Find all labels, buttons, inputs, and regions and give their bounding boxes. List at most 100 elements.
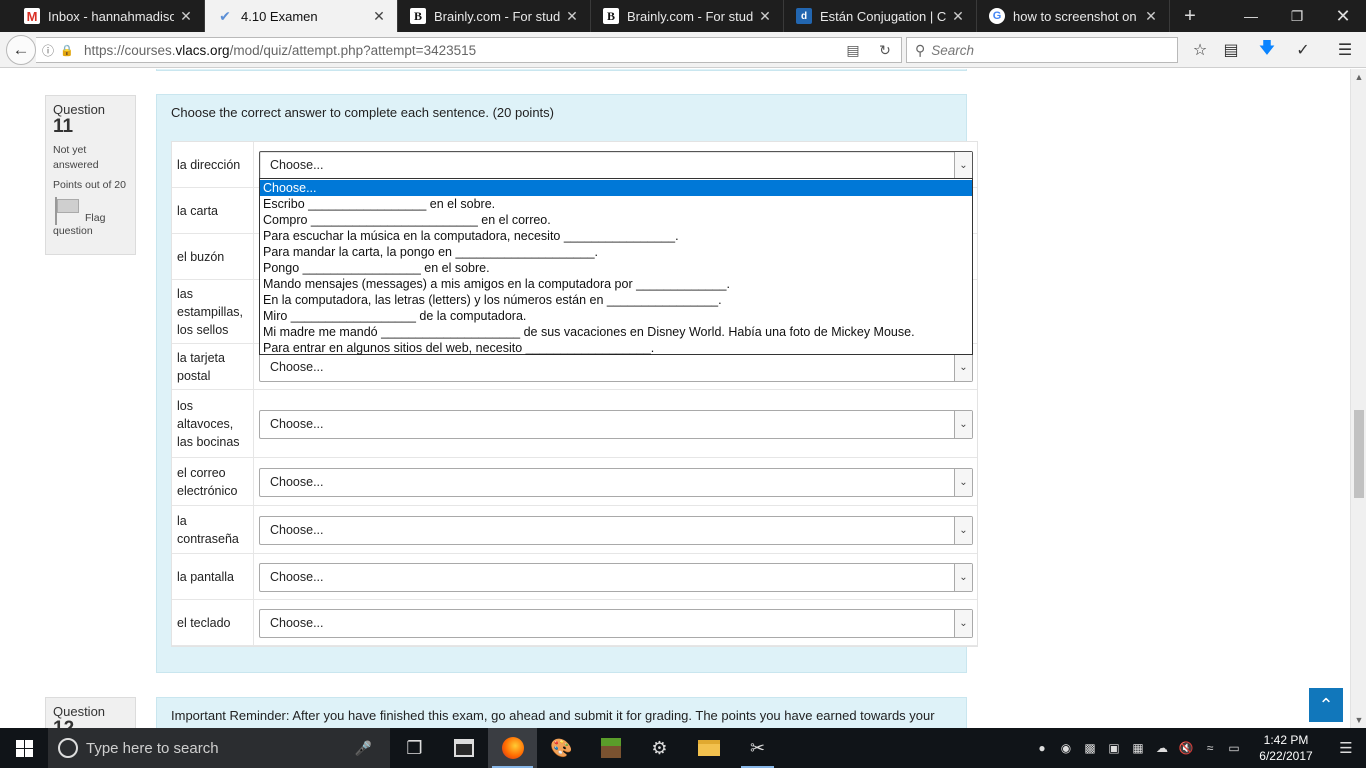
start-button[interactable] <box>0 728 48 768</box>
answer-select[interactable]: Choose... ⌄ <box>259 409 973 439</box>
scrollbar-thumb[interactable] <box>1354 410 1364 498</box>
dropdown-option[interactable]: Escribo _________________ en el sobre. <box>260 196 972 212</box>
dropdown-option[interactable]: En la computadora, las letras (letters) … <box>260 292 972 308</box>
tray-network-app-icon[interactable]: ▦ <box>1126 741 1150 755</box>
reload-icon[interactable]: ↻ <box>869 42 901 59</box>
tray-app-icon[interactable]: ● <box>1030 741 1054 755</box>
wifi-icon[interactable]: ≈ <box>1198 741 1222 755</box>
match-stem: el buzón <box>172 234 254 279</box>
chevron-down-icon[interactable]: ⌄ <box>954 353 972 381</box>
back-button[interactable]: ← <box>6 35 36 65</box>
answer-select[interactable]: Choose... ⌄ <box>259 150 973 180</box>
menu-icon[interactable]: ☰ <box>1331 36 1359 64</box>
dropdown-option[interactable]: Para mandar la carta, la pongo en ______… <box>260 244 972 260</box>
battery-icon[interactable]: ▭ <box>1222 741 1246 755</box>
search-box[interactable]: ⚲ <box>906 37 1178 63</box>
tray-usb-icon[interactable]: ▩ <box>1078 741 1102 755</box>
stem-text-line: la dirección <box>177 157 241 172</box>
minimize-button[interactable]: — <box>1228 0 1274 32</box>
dropdown-option[interactable]: Pongo _________________ en el sobre. <box>260 260 972 276</box>
question-prompt: Important Reminder: After you have finis… <box>171 708 935 723</box>
stem-text-line: la tarjeta <box>177 350 225 365</box>
browser-tab[interactable]: B Brainly.com - For student✕ <box>591 0 784 32</box>
dropdown-option[interactable]: Para escuchar la música en la computador… <box>260 228 972 244</box>
browser-tab[interactable]: Ghow to screenshot on a p✕ <box>977 0 1170 32</box>
close-tab-icon[interactable]: ✕ <box>178 8 194 25</box>
browser-tab[interactable]: d Están Conjugation | Conj✕ <box>784 0 977 32</box>
settings-gear-icon[interactable]: ⚙ <box>635 728 684 768</box>
chevron-down-icon[interactable]: ⌄ <box>954 563 972 591</box>
chevron-down-icon[interactable]: ⌄ <box>954 151 972 179</box>
volume-muted-icon[interactable]: 🔇 <box>1174 741 1198 755</box>
task-view-button[interactable]: ❐ <box>390 728 439 768</box>
close-tab-icon[interactable]: ✕ <box>564 8 580 25</box>
flag-question-button[interactable]: Flag <box>53 197 128 225</box>
search-input[interactable] <box>931 42 1162 58</box>
file-explorer-icon[interactable] <box>684 728 733 768</box>
brainly-icon: B <box>410 8 426 24</box>
close-tab-icon[interactable]: ✕ <box>757 8 773 25</box>
select-value: Choose... <box>270 570 324 584</box>
download-icon[interactable]: 🡇 <box>1253 36 1281 64</box>
dropdown-option[interactable]: Mi madre me mandó ____________________ d… <box>260 324 972 340</box>
brainly-icon: B <box>603 8 619 24</box>
answer-select[interactable]: Choose... ⌄ <box>259 467 973 497</box>
bookmarks-library-icon[interactable]: ▤ <box>1217 36 1245 64</box>
answer-select[interactable]: Choose... ⌄ <box>259 608 973 638</box>
browser-tab[interactable]: M Inbox - hannahmadison.2✕ <box>12 0 205 32</box>
stem-text-line: la pantalla <box>177 569 234 584</box>
flag-question-label: question <box>53 225 93 237</box>
close-tab-icon[interactable]: ✕ <box>1143 8 1159 25</box>
close-tab-icon[interactable]: ✕ <box>950 8 966 25</box>
close-tab-icon[interactable]: ✕ <box>371 8 387 25</box>
answer-select[interactable]: Choose... ⌄ <box>259 352 973 382</box>
back-to-top-button[interactable]: ⌃ <box>1309 688 1343 722</box>
dropdown-option[interactable]: Choose... <box>260 180 972 196</box>
url-text[interactable]: https://courses.vlacs.org/mod/quiz/attem… <box>84 43 837 58</box>
dropdown-option[interactable]: Para entrar en algunos sitios del web, n… <box>260 340 972 356</box>
dropdown-option[interactable]: Mando mensajes (messages) a mis amigos e… <box>260 276 972 292</box>
tray-globe-icon[interactable]: ◉ <box>1054 741 1078 755</box>
previous-question-panel <box>156 69 967 71</box>
tab-title: Inbox - hannahmadison.2 <box>48 8 174 24</box>
chevron-down-icon[interactable]: ⌄ <box>954 410 972 438</box>
onedrive-icon[interactable]: ☁ <box>1150 741 1174 755</box>
system-clock[interactable]: 1:42 PM 6/22/2017 <box>1246 732 1326 764</box>
chevron-down-icon[interactable]: ⌄ <box>954 468 972 496</box>
dropdown-option[interactable]: Miro __________________ de la computador… <box>260 308 972 324</box>
stem-text-line: contraseña <box>177 531 239 546</box>
vertical-scrollbar[interactable]: ▲ ▼ <box>1350 69 1366 728</box>
taskbar-search-box[interactable]: Type here to search 🎤 <box>48 728 390 768</box>
firefox-app-icon[interactable] <box>488 728 537 768</box>
action-center-icon[interactable]: ☰ <box>1326 739 1366 757</box>
close-window-button[interactable]: ✕ <box>1320 0 1366 32</box>
url-bar[interactable]: ⓘ 🔒 https://courses.vlacs.org/mod/quiz/a… <box>36 37 902 63</box>
restore-button[interactable]: ❐ <box>1274 0 1320 32</box>
dropdown-list[interactable]: Choose... Escribo _________________ en el… <box>259 178 973 355</box>
store-app-icon[interactable] <box>439 728 488 768</box>
microphone-icon[interactable]: 🎤 <box>355 740 372 757</box>
question-number: 11 <box>53 116 74 137</box>
snipping-tool-icon[interactable]: ✂ <box>733 728 782 768</box>
answer-select[interactable]: Choose... ⌄ <box>259 515 973 545</box>
bookmark-star-icon[interactable]: ☆ <box>1186 36 1214 64</box>
site-info-icon[interactable]: ⓘ <box>42 42 60 59</box>
match-row: la contraseña Choose... ⌄ <box>172 506 977 554</box>
scroll-down-arrow-icon[interactable]: ▼ <box>1351 712 1366 728</box>
gmail-icon: M <box>24 8 40 24</box>
minecraft-app-icon[interactable] <box>586 728 635 768</box>
paint-app-icon[interactable]: 🎨 <box>537 728 586 768</box>
tray-display-icon[interactable]: ▣ <box>1102 741 1126 755</box>
scroll-up-arrow-icon[interactable]: ▲ <box>1351 69 1366 85</box>
match-row: la pantalla Choose... ⌄ <box>172 554 977 600</box>
question-grade: Points out of 20 <box>53 179 126 191</box>
chevron-down-icon[interactable]: ⌄ <box>954 516 972 544</box>
browser-tab[interactable]: ✔ 4.10 Examen ✕ <box>205 0 398 32</box>
new-tab-button[interactable]: + <box>1170 0 1210 32</box>
answer-select[interactable]: Choose... ⌄ <box>259 562 973 592</box>
dropdown-option[interactable]: Compro ________________________ en el co… <box>260 212 972 228</box>
pocket-icon[interactable]: ✓ <box>1289 36 1317 64</box>
reader-view-icon[interactable]: ▤ <box>837 42 869 59</box>
chevron-down-icon[interactable]: ⌄ <box>954 609 972 637</box>
browser-tab[interactable]: B Brainly.com - For student✕ <box>398 0 591 32</box>
